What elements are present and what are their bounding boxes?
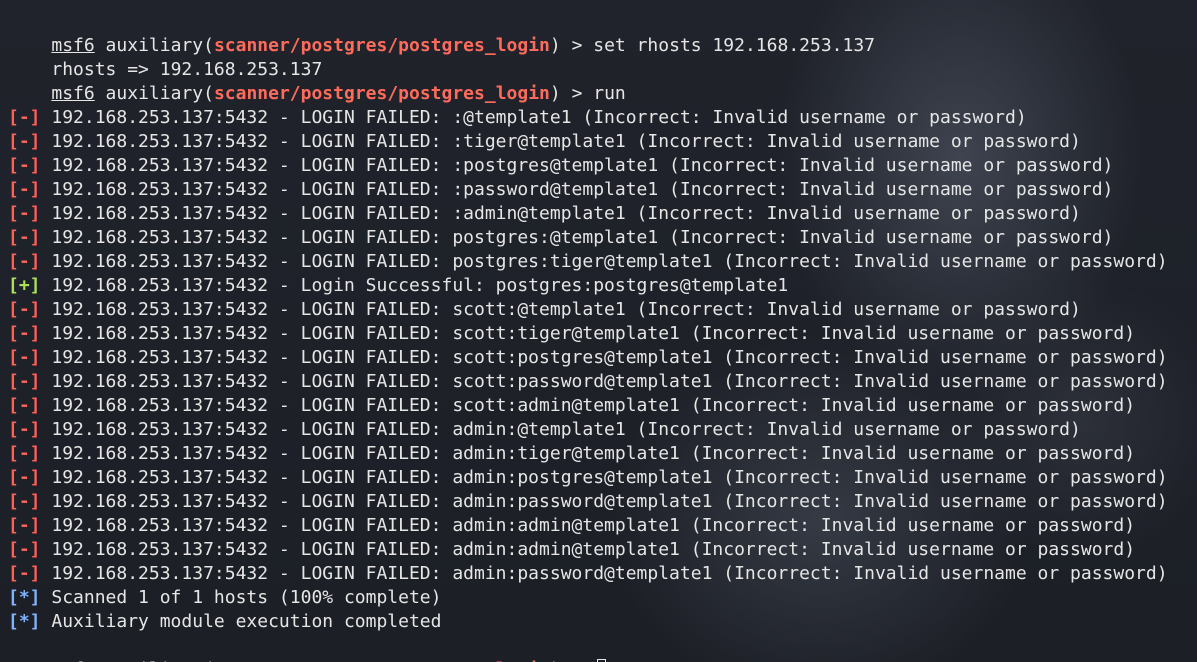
fail-tag: [-]	[8, 203, 41, 224]
result-line: [-] 192.168.253.137:5432 - LOGIN FAILED:…	[8, 202, 1193, 226]
result-line: [-] 192.168.253.137:5432 - LOGIN FAILED:…	[8, 466, 1193, 490]
fail-tag: [-]	[8, 299, 41, 320]
result-text: 192.168.253.137:5432 - LOGIN FAILED: adm…	[40, 467, 1168, 488]
result-text: 192.168.253.137:5432 - LOGIN FAILED: adm…	[40, 539, 1136, 560]
result-line: [-] 192.168.253.137:5432 - LOGIN FAILED:…	[8, 514, 1193, 538]
fail-tag: [-]	[8, 539, 41, 560]
rhosts-echo: rhosts => 192.168.253.137	[51, 59, 323, 80]
terminal-output[interactable]: msf6 auxiliary(scanner/postgres/postgres…	[8, 10, 1193, 662]
result-line: [-] 192.168.253.137:5432 - LOGIN FAILED:…	[8, 250, 1193, 274]
fail-tag: [-]	[8, 395, 41, 416]
fail-tag: [-]	[8, 131, 41, 152]
fail-tag: [-]	[8, 563, 41, 584]
result-text: 192.168.253.137:5432 - LOGIN FAILED: sco…	[40, 323, 1136, 344]
result-text: Auxiliary module execution completed	[40, 611, 442, 632]
fail-tag: [-]	[8, 227, 41, 248]
info-tag: [*]	[8, 587, 41, 608]
result-line: [-] 192.168.253.137:5432 - LOGIN FAILED:…	[8, 418, 1193, 442]
result-text: 192.168.253.137:5432 - LOGIN FAILED: sco…	[40, 395, 1136, 416]
result-line: [-] 192.168.253.137:5432 - LOGIN FAILED:…	[8, 226, 1193, 250]
result-line: [-] 192.168.253.137:5432 - LOGIN FAILED:…	[8, 106, 1193, 130]
result-line: [-] 192.168.253.137:5432 - LOGIN FAILED:…	[8, 442, 1193, 466]
result-text: 192.168.253.137:5432 - LOGIN FAILED: adm…	[40, 515, 1136, 536]
fail-tag: [-]	[8, 515, 41, 536]
result-text: 192.168.253.137:5432 - LOGIN FAILED: pos…	[40, 251, 1168, 272]
prompt-name: msf6	[51, 83, 95, 104]
info-line: [*] Auxiliary module execution completed	[8, 610, 1193, 634]
prompt-name: msf6	[51, 35, 95, 56]
result-line: [-] 192.168.253.137:5432 - LOGIN FAILED:…	[8, 346, 1193, 370]
prompt-line: msf6 auxiliary(scanner/postgres/postgres…	[8, 10, 1193, 56]
result-line: [-] 192.168.253.137:5432 - LOGIN FAILED:…	[8, 154, 1193, 178]
fail-tag: [-]	[8, 467, 41, 488]
result-line: [-] 192.168.253.137:5432 - LOGIN FAILED:…	[8, 298, 1193, 322]
prompt-module: scanner/postgres/postgres_login	[213, 35, 550, 56]
result-text: 192.168.253.137:5432 - LOGIN FAILED: adm…	[40, 443, 1136, 464]
prompt-suffix: ) >	[549, 83, 594, 104]
result-line: [-] 192.168.253.137:5432 - LOGIN FAILED:…	[8, 322, 1193, 346]
result-text: 192.168.253.137:5432 - LOGIN FAILED: :ti…	[40, 131, 1081, 152]
fail-tag: [-]	[8, 491, 41, 512]
result-text: 192.168.253.137:5432 - LOGIN FAILED: adm…	[40, 563, 1168, 584]
fail-tag: [-]	[8, 251, 41, 272]
prompt-line[interactable]: msf6 auxiliary(scanner/postgres/postgres…	[8, 634, 1193, 662]
fail-tag: [-]	[8, 323, 41, 344]
prompt-suffix: ) >	[549, 35, 594, 56]
prompt-prefix: auxiliary(	[94, 83, 214, 104]
result-text: 192.168.253.137:5432 - LOGIN FAILED: sco…	[40, 371, 1168, 392]
fail-tag: [-]	[8, 107, 41, 128]
command-text: run	[593, 83, 626, 104]
fail-tag: [-]	[8, 155, 41, 176]
info-line: [*] Scanned 1 of 1 hosts (100% complete)	[8, 586, 1193, 610]
prompt-module: scanner/postgres/postgres_login	[213, 83, 550, 104]
result-text: 192.168.253.137:5432 - Login Successful:…	[40, 275, 789, 296]
result-text: 192.168.253.137:5432 - LOGIN FAILED: :pa…	[40, 179, 1114, 200]
result-text: 192.168.253.137:5432 - LOGIN FAILED: :@t…	[40, 107, 1027, 128]
result-line: [-] 192.168.253.137:5432 - LOGIN FAILED:…	[8, 562, 1193, 586]
fail-tag: [-]	[8, 179, 41, 200]
result-line: [-] 192.168.253.137:5432 - LOGIN FAILED:…	[8, 370, 1193, 394]
result-text: 192.168.253.137:5432 - LOGIN FAILED: :ad…	[40, 203, 1081, 224]
result-line: [-] 192.168.253.137:5432 - LOGIN FAILED:…	[8, 394, 1193, 418]
fail-tag: [-]	[8, 443, 41, 464]
result-line: [-] 192.168.253.137:5432 - LOGIN FAILED:…	[8, 538, 1193, 562]
result-line: [-] 192.168.253.137:5432 - LOGIN FAILED:…	[8, 178, 1193, 202]
info-tag: [*]	[8, 611, 41, 632]
result-text: 192.168.253.137:5432 - LOGIN FAILED: sco…	[40, 299, 1081, 320]
result-text: 192.168.253.137:5432 - LOGIN FAILED: pos…	[40, 227, 1114, 248]
command-text: set rhosts 192.168.253.137	[593, 35, 876, 56]
result-line: [-] 192.168.253.137:5432 - LOGIN FAILED:…	[8, 490, 1193, 514]
success-tag: [+]	[8, 275, 41, 296]
result-text: 192.168.253.137:5432 - LOGIN FAILED: adm…	[40, 491, 1168, 512]
prompt-prefix: auxiliary(	[94, 35, 214, 56]
result-text: 192.168.253.137:5432 - LOGIN FAILED: :po…	[40, 155, 1114, 176]
fail-tag: [-]	[8, 347, 41, 368]
result-text: 192.168.253.137:5432 - LOGIN FAILED: adm…	[40, 419, 1081, 440]
fail-tag: [-]	[8, 419, 41, 440]
result-text: 192.168.253.137:5432 - LOGIN FAILED: sco…	[40, 347, 1168, 368]
result-text: Scanned 1 of 1 hosts (100% complete)	[40, 587, 442, 608]
result-line: [-] 192.168.253.137:5432 - LOGIN FAILED:…	[8, 130, 1193, 154]
fail-tag: [-]	[8, 371, 41, 392]
success-line: [+] 192.168.253.137:5432 - Login Success…	[8, 274, 1193, 298]
